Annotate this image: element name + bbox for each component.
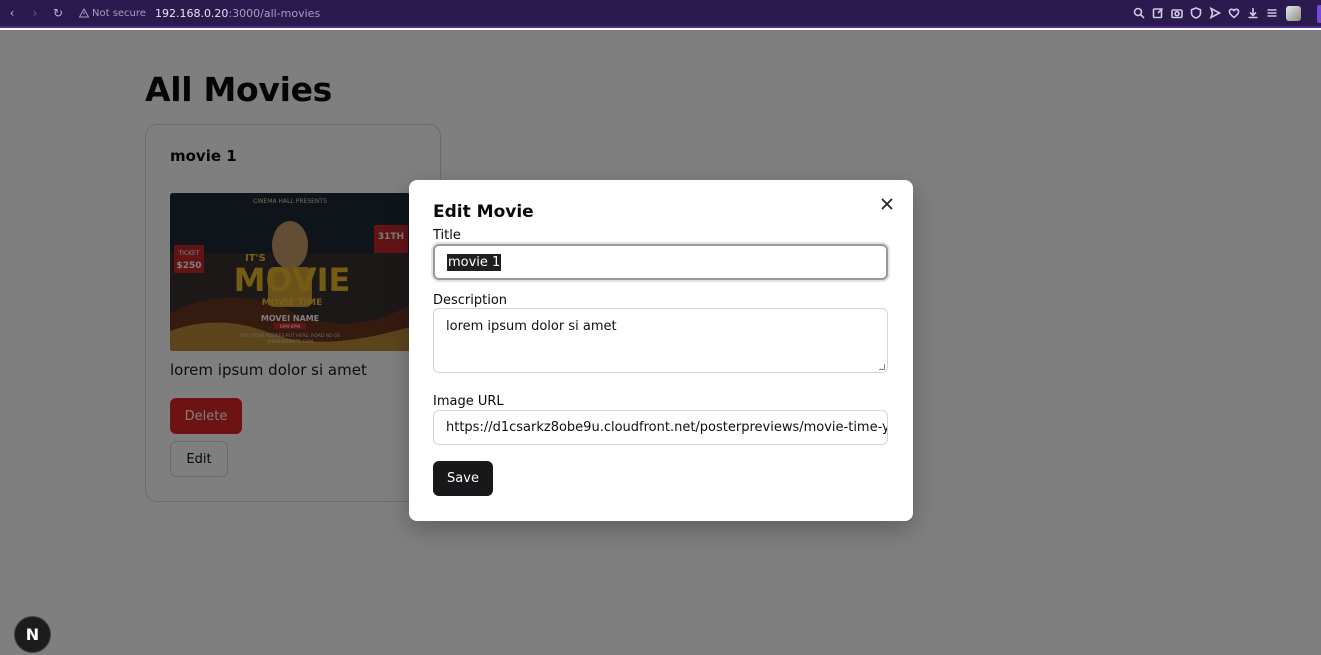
- browser-toolbar: ‹ › ↻ Not secure 192.168.0.20:3000/all-m…: [0, 0, 1321, 28]
- back-icon[interactable]: ‹: [1, 2, 23, 24]
- forward-icon[interactable]: ›: [24, 2, 46, 24]
- reload-icon[interactable]: ↻: [47, 2, 69, 24]
- dialog-title: Edit Movie: [433, 202, 534, 222]
- shield-icon[interactable]: [1189, 7, 1202, 20]
- image-url-input[interactable]: https://d1csarkz8obe9u.cloudfront.net/po…: [433, 410, 888, 445]
- edit-page-icon[interactable]: [1151, 7, 1164, 20]
- camera-icon[interactable]: [1170, 7, 1183, 20]
- title-input-value: movie 1: [447, 253, 502, 271]
- description-value: lorem ipsum dolor si amet: [446, 319, 617, 334]
- nextjs-dev-indicator[interactable]: N: [14, 616, 51, 653]
- sidebar-edge[interactable]: [1317, 5, 1321, 23]
- heart-icon[interactable]: [1227, 7, 1240, 20]
- close-icon[interactable]: [877, 194, 897, 214]
- warning-icon: [79, 8, 89, 18]
- address-bar[interactable]: Not secure 192.168.0.20:3000/all-movies: [79, 7, 320, 20]
- download-icon[interactable]: [1246, 7, 1259, 20]
- url-host: 192.168.0.20: [154, 6, 229, 20]
- not-secure-indicator[interactable]: Not secure: [79, 8, 146, 19]
- toolbar-icons: [1132, 5, 1321, 21]
- image-url-value: https://d1csarkz8obe9u.cloudfront.net/po…: [446, 420, 888, 435]
- menu-icon[interactable]: [1265, 7, 1278, 20]
- title-label: Title: [433, 228, 461, 243]
- description-textarea[interactable]: lorem ipsum dolor si amet: [433, 308, 888, 373]
- edit-movie-dialog: Edit Movie Title movie 1 Description lor…: [409, 180, 913, 521]
- save-button[interactable]: Save: [433, 461, 493, 496]
- resize-handle-icon[interactable]: [879, 364, 885, 370]
- description-label: Description: [433, 293, 508, 308]
- image-url-label: Image URL: [433, 394, 504, 409]
- send-icon[interactable]: [1208, 7, 1221, 20]
- zoom-icon[interactable]: [1132, 7, 1145, 20]
- profile-avatar[interactable]: [1286, 5, 1301, 21]
- url-path: :3000/all-movies: [228, 6, 321, 20]
- not-secure-label: Not secure: [92, 7, 146, 19]
- url-text[interactable]: 192.168.0.20:3000/all-movies: [155, 7, 320, 20]
- title-input[interactable]: movie 1: [433, 244, 888, 280]
